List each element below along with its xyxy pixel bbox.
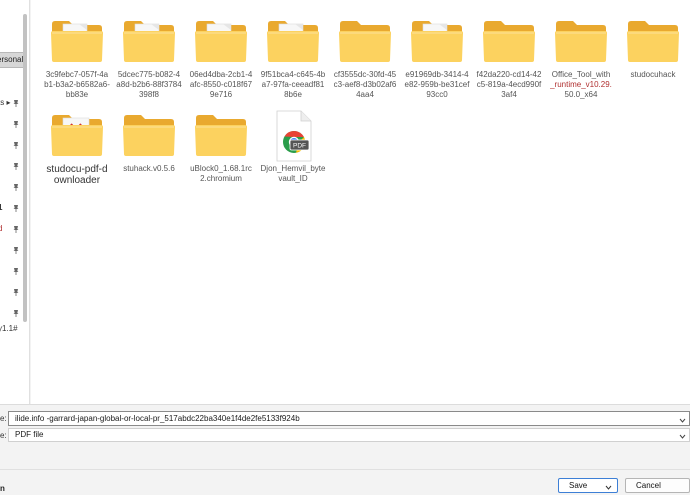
filetype-select[interactable]: PDF file bbox=[8, 428, 690, 442]
item-name: 5dcec775-b082-4a8d-b2b6-88f3784398f8 bbox=[116, 70, 182, 99]
pin-icon bbox=[13, 247, 19, 254]
folder-icon bbox=[625, 16, 681, 68]
item-name: uBlock0_1.68.1rc2.chromium bbox=[190, 164, 252, 183]
item-name: 3c9febc7-057f-4ab1-b3a2-b6582a6-bb83e bbox=[44, 70, 110, 99]
pin-icon bbox=[13, 310, 19, 317]
item-name: Djon_Hemvil_bytevault_ID bbox=[260, 164, 326, 183]
filetype-value: PDF file bbox=[15, 430, 44, 439]
item-name: 9f51bca4-c645-4ba7-97fa-ceeadf818b6e bbox=[260, 70, 326, 99]
folder-item[interactable]: uBlock0_1.68.1rc2.chromium bbox=[186, 110, 256, 184]
item-name: e91969db-3414-4e82-959b-be31cef93cc0 bbox=[404, 70, 470, 99]
item-name: studocu-pdf-downloader bbox=[46, 164, 108, 186]
folder-icon bbox=[193, 16, 249, 68]
pdf-file-icon: PDF bbox=[265, 110, 321, 162]
folder-icon bbox=[553, 16, 609, 68]
item-name-part: Office_Tool_with bbox=[551, 70, 611, 79]
pin-icon bbox=[13, 226, 19, 233]
nav-item-label: ts ▸ bbox=[0, 98, 11, 107]
folder-item[interactable]: studocu-pdf-downloader bbox=[42, 110, 112, 186]
folder-item[interactable]: 5dcec775-b082-4a8d-b2b6-88f3784398f8 bbox=[114, 16, 184, 100]
item-name-part: 50.0_x64 bbox=[564, 90, 598, 99]
item-name: cf3555dc-30fd-45c3-aef8-d3b02af64aa4 bbox=[333, 70, 397, 99]
filename-value: ilide.info -garrard-japan-global-or-loca… bbox=[15, 414, 300, 423]
divider bbox=[0, 469, 690, 470]
pin-icon bbox=[13, 205, 19, 212]
save-button[interactable]: Save bbox=[558, 478, 618, 493]
filename-label: e: bbox=[0, 414, 7, 423]
item-name: f42da220-cd14-42c5-819a-4ecd990f3af4 bbox=[476, 70, 542, 99]
nav-item-label: d bbox=[0, 222, 2, 236]
chevron-down-icon[interactable] bbox=[679, 432, 686, 439]
pin-icon bbox=[13, 142, 19, 149]
folder-item[interactable]: 3c9febc7-057f-4ab1-b3a2-b6582a6-bb83e bbox=[42, 16, 112, 100]
file-item[interactable]: PDF Djon_Hemvil_bytevault_ID bbox=[258, 110, 328, 184]
file-list-area: 3c9febc7-057f-4ab1-b3a2-b6582a6-bb83e 5dc… bbox=[31, 0, 690, 404]
item-name: 06ed4dba-2cb1-4afc-8550-c018f679e716 bbox=[189, 70, 253, 99]
item-name-part: _runtime_v10.29. bbox=[550, 80, 612, 89]
item-name: studocuhack bbox=[630, 70, 676, 79]
chevron-down-icon[interactable] bbox=[605, 482, 612, 495]
folder-item[interactable]: Office_Tool_with _runtime_v10.29. 50.0_x64 bbox=[546, 16, 616, 100]
nav-item[interactable]: y1.1# bbox=[0, 322, 29, 336]
svg-text:PDF: PDF bbox=[293, 143, 306, 150]
pin-icon bbox=[13, 121, 19, 128]
folder-icon bbox=[49, 16, 105, 68]
folder-icon bbox=[193, 110, 249, 162]
folder-item[interactable]: cf3555dc-30fd-45c3-aef8-d3b02af64aa4 bbox=[330, 16, 400, 100]
nav-scrollbar[interactable] bbox=[23, 14, 27, 322]
folder-icon bbox=[49, 110, 105, 162]
folder-icon bbox=[121, 16, 177, 68]
folder-icon bbox=[121, 110, 177, 162]
hide-folders-toggle[interactable]: n bbox=[0, 484, 5, 493]
folder-item[interactable]: e91969db-3414-4e82-959b-be31cef93cc0 bbox=[402, 16, 472, 100]
nav-item-label: y1.1# bbox=[0, 324, 18, 333]
item-name: Office_Tool_with _runtime_v10.29. 50.0_x64 bbox=[546, 70, 616, 100]
chevron-down-icon[interactable] bbox=[679, 415, 686, 423]
folder-item[interactable]: 9f51bca4-c645-4ba7-97fa-ceeadf818b6e bbox=[258, 16, 328, 100]
folder-item[interactable]: f42da220-cd14-42c5-819a-4ecd990f3af4 bbox=[474, 16, 544, 100]
nav-personal-item[interactable]: ersonal bbox=[0, 52, 24, 68]
cancel-button-label: Cancel bbox=[636, 481, 661, 490]
filetype-label: e: bbox=[0, 431, 7, 440]
pin-icon bbox=[13, 289, 19, 296]
filename-input[interactable]: ilide.info -garrard-japan-global-or-loca… bbox=[8, 411, 690, 426]
cancel-button[interactable]: Cancel bbox=[625, 478, 690, 493]
pin-icon bbox=[13, 268, 19, 275]
save-dialog-footer: e: ilide.info -garrard-japan-global-or-l… bbox=[0, 404, 690, 494]
folder-icon bbox=[337, 16, 393, 68]
pin-icon bbox=[13, 163, 19, 170]
folder-icon bbox=[481, 16, 537, 68]
folder-icon bbox=[265, 16, 321, 68]
nav-personal-label: ersonal bbox=[0, 55, 24, 64]
folder-item[interactable]: stuhack.v0.5.6 bbox=[114, 110, 184, 174]
nav-item-label: 1 bbox=[0, 201, 2, 215]
save-button-label: Save bbox=[569, 481, 588, 490]
navigation-pane: ersonal ts ▸ 1 d y1.1# bbox=[0, 0, 30, 404]
folder-item[interactable]: 06ed4dba-2cb1-4afc-8550-c018f679e716 bbox=[186, 16, 256, 100]
folder-item[interactable]: studocuhack bbox=[618, 16, 688, 80]
pin-icon bbox=[13, 184, 19, 191]
folder-icon bbox=[409, 16, 465, 68]
pin-icon bbox=[13, 100, 19, 107]
item-name: stuhack.v0.5.6 bbox=[123, 164, 175, 173]
